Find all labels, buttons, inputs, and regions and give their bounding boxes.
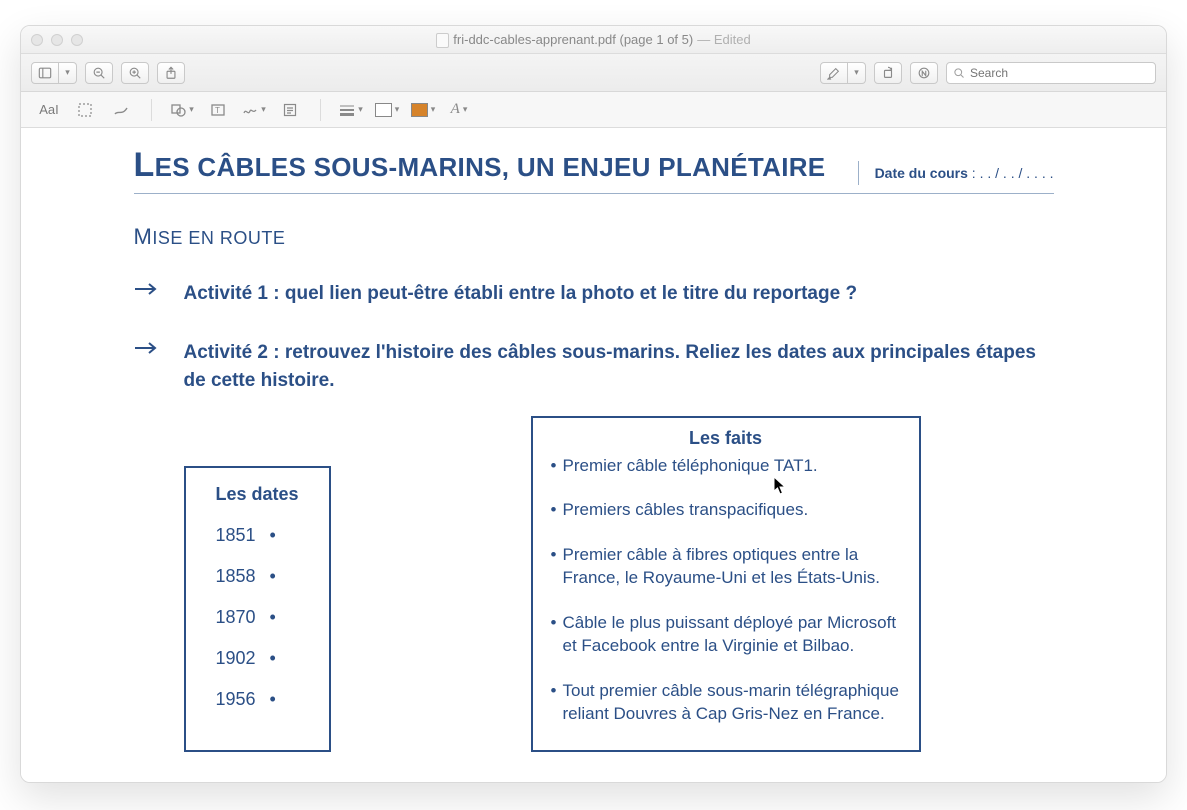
activity-1-text: Activité 1 : quel lien peut-être établi … <box>184 280 858 309</box>
text-style-tool[interactable]: AaI <box>33 98 65 122</box>
sidebar-menu-button[interactable]: ▾ <box>59 62 77 84</box>
selection-tool[interactable] <box>69 98 101 122</box>
main-toolbar: ▾ ▾ <box>21 54 1166 92</box>
document-viewport[interactable]: LES CÂBLES SOUS-MARINS, UN ENJEU PLANÉTA… <box>21 128 1166 782</box>
facts-heading: Les faits <box>551 428 901 449</box>
window-title-text: fri-ddc-cables-apprenant.pdf (page 1 of … <box>453 32 693 47</box>
dates-heading: Les dates <box>216 484 299 505</box>
border-color-tool[interactable]: ▾ <box>371 98 403 122</box>
date-item: 1870• <box>216 607 299 628</box>
search-icon <box>953 67 965 79</box>
date-item: 1858• <box>216 566 299 587</box>
window-title: fri-ddc-cables-apprenant.pdf (page 1 of … <box>21 32 1166 47</box>
arrow-icon <box>134 341 158 360</box>
zoom-in-button[interactable] <box>121 62 149 84</box>
fact-item: •Câble le plus puissant déployé par Micr… <box>551 612 901 658</box>
date-item: 1956• <box>216 689 299 710</box>
text-box-tool[interactable]: T <box>202 98 234 122</box>
markup-toolbar: AaI ▾ T ▾ ▾ ▾ ▾ <box>21 92 1166 128</box>
date-item: 1851• <box>216 525 299 546</box>
matching-exercise: Les dates 1851• 1858• 1870• 1902• 1956• … <box>134 416 1054 752</box>
activity-2: Activité 2 : retrouvez l'histoire des câ… <box>134 339 1054 396</box>
preview-window: fri-ddc-cables-apprenant.pdf (page 1 of … <box>20 25 1167 783</box>
draw-tool[interactable] <box>105 98 137 122</box>
activity-1: Activité 1 : quel lien peut-être établi … <box>134 280 1054 309</box>
section-heading: MISE EN ROUTE <box>134 224 1054 250</box>
fact-item: •Premier câble téléphonique TAT1. <box>551 455 901 478</box>
fact-item: •Premiers câbles transpacifiques. <box>551 499 901 522</box>
highlight-menu-button[interactable]: ▾ <box>848 62 866 84</box>
date-item: 1902• <box>216 648 299 669</box>
document-title: LES CÂBLES SOUS-MARINS, UN ENJEU PLANÉTA… <box>134 146 843 185</box>
window-edited-label: — Edited <box>697 32 750 47</box>
document-icon <box>436 33 449 48</box>
highlight-button[interactable] <box>820 62 848 84</box>
sign-tool[interactable]: ▾ <box>238 98 270 122</box>
search-field[interactable] <box>946 62 1156 84</box>
svg-text:T: T <box>215 106 220 115</box>
titlebar: fri-ddc-cables-apprenant.pdf (page 1 of … <box>21 26 1166 54</box>
document-header: LES CÂBLES SOUS-MARINS, UN ENJEU PLANÉTA… <box>134 146 1054 194</box>
zoom-out-button[interactable] <box>85 62 113 84</box>
facts-box: Les faits •Premier câble téléphonique TA… <box>531 416 921 752</box>
sidebar-toggle-button[interactable] <box>31 62 59 84</box>
search-input[interactable] <box>970 66 1149 80</box>
note-tool[interactable] <box>274 98 306 122</box>
pdf-page: LES CÂBLES SOUS-MARINS, UN ENJEU PLANÉTA… <box>104 146 1084 752</box>
rotate-button[interactable] <box>874 62 902 84</box>
activity-2-text: Activité 2 : retrouvez l'histoire des câ… <box>184 339 1054 396</box>
fill-color-tool[interactable]: ▾ <box>407 98 439 122</box>
arrow-icon <box>134 282 158 301</box>
font-tool[interactable]: A▾ <box>443 98 475 122</box>
markup-button[interactable] <box>910 62 938 84</box>
border-style-tool[interactable]: ▾ <box>335 98 367 122</box>
fact-item: •Premier câble à fibres optiques entre l… <box>551 544 901 590</box>
date-field: Date du cours : . . / . . / . . . . <box>858 161 1054 185</box>
dates-box: Les dates 1851• 1858• 1870• 1902• 1956• <box>184 466 331 752</box>
shapes-tool[interactable]: ▾ <box>166 98 198 122</box>
share-button[interactable] <box>157 62 185 84</box>
fact-item: •Tout premier câble sous-marin télégraph… <box>551 680 901 726</box>
